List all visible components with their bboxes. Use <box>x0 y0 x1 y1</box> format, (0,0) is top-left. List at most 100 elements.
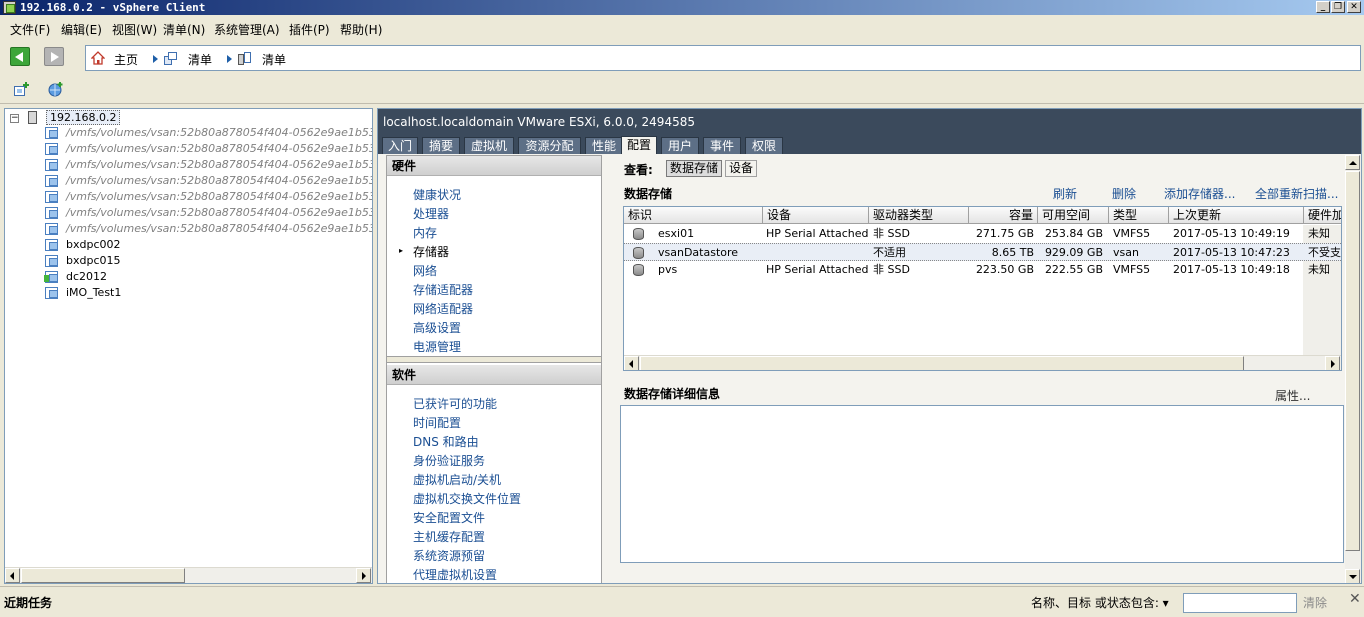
forward-button[interactable] <box>44 47 64 66</box>
clear-button[interactable]: 清除 <box>1303 594 1327 611</box>
scroll-right-icon[interactable] <box>356 568 371 583</box>
tab-events[interactable]: 事件 <box>703 137 741 154</box>
scroll-up-icon[interactable] <box>1345 155 1360 170</box>
config-dns-routing[interactable]: DNS 和路由 <box>413 433 479 450</box>
config-processors[interactable]: 处理器 <box>413 205 449 222</box>
inventory-icon <box>164 52 177 65</box>
config-agent-vm-settings[interactable]: 代理虚拟机设置 <box>413 566 497 583</box>
config-storage[interactable]: 存储器 <box>413 243 449 260</box>
tree-vm-node[interactable]: dc2012 <box>5 269 372 285</box>
tab-summary[interactable]: 摘要 <box>422 137 460 154</box>
recent-tasks-label[interactable]: 近期任务 <box>4 594 52 611</box>
tab-resource-allocation[interactable]: 资源分配 <box>518 137 581 154</box>
config-networking[interactable]: 网络 <box>413 262 437 279</box>
column-header-drive-type[interactable]: 驱动器类型 <box>869 207 969 224</box>
restore-button[interactable]: ❐ <box>1331 1 1345 13</box>
filter-input[interactable] <box>1183 593 1297 613</box>
tree-vm-node[interactable]: /vmfs/volumes/vsan:52b80a878054f404-0562… <box>5 157 372 173</box>
config-vm-swapfile-location[interactable]: 虚拟机交换文件位置 <box>413 490 521 507</box>
delete-link[interactable]: 删除 <box>1112 185 1136 202</box>
add-storage-link[interactable]: 添加存储器... <box>1164 185 1235 202</box>
menu-plugins[interactable]: 插件(P) <box>289 21 330 38</box>
column-header-hardware-acceleration[interactable]: 硬件加速 <box>1304 207 1341 224</box>
column-header-capacity[interactable]: 容量 <box>969 207 1038 224</box>
tab-users[interactable]: 用户 <box>661 137 699 154</box>
config-time-configuration[interactable]: 时间配置 <box>413 414 461 431</box>
datastore-row[interactable]: pvs HP Serial Attached... 非 SSD 223.50 GB 22… <box>624 261 1341 279</box>
refresh-link[interactable]: 刷新 <box>1053 185 1077 202</box>
tree-vm-node[interactable]: bxdpc015 <box>5 253 372 269</box>
tab-getting-started[interactable]: 入门 <box>382 137 418 154</box>
menu-view[interactable]: 视图(W) <box>112 21 157 38</box>
cell-device: HP Serial Attached... <box>766 227 868 240</box>
minimize-button[interactable]: _ <box>1316 1 1330 13</box>
config-memory[interactable]: 内存 <box>413 224 437 241</box>
close-button[interactable]: ✕ <box>1347 1 1361 13</box>
tab-virtual-machines[interactable]: 虚拟机 <box>464 137 514 154</box>
tab-configuration[interactable]: 配置 <box>621 136 657 154</box>
tree-vm-node[interactable]: /vmfs/volumes/vsan:52b80a878054f404-0562… <box>5 189 372 205</box>
tree-node-label: /vmfs/volumes/vsan:52b80a878054f404-0562… <box>66 190 373 203</box>
column-header-device[interactable]: 设备 <box>763 207 869 224</box>
column-header-free[interactable]: 可用空间 <box>1038 207 1109 224</box>
view-devices-button[interactable]: 设备 <box>725 160 758 177</box>
menu-help[interactable]: 帮助(H) <box>340 21 382 38</box>
scroll-thumb[interactable] <box>640 356 1244 370</box>
tree-node-label: /vmfs/volumes/vsan:52b80a878054f404-0562… <box>66 142 373 155</box>
tab-permissions[interactable]: 权限 <box>745 137 783 154</box>
panel-vertical-scrollbar[interactable] <box>1345 155 1361 583</box>
column-header-last-update[interactable]: 上次更新 <box>1169 207 1304 224</box>
datastore-row[interactable]: esxi01 HP Serial Attached... 非 SSD 271.75 G… <box>624 225 1341 243</box>
scroll-left-icon[interactable] <box>624 356 639 370</box>
config-authentication-services[interactable]: 身份验证服务 <box>413 452 485 469</box>
menu-inventory[interactable]: 清单(N) <box>163 21 205 38</box>
tree-vm-node[interactable]: iMO_Test1 <box>5 285 372 301</box>
menu-edit[interactable]: 编辑(E) <box>61 21 102 38</box>
config-advanced-settings[interactable]: 高级设置 <box>413 319 461 336</box>
tree-host-node[interactable]: 192.168.0.2 <box>46 110 121 125</box>
datastore-row[interactable]: vsanDatastore 不适用 8.65 TB 929.09 GB vsan 2017… <box>624 243 1341 261</box>
properties-link[interactable]: 属性... <box>1275 387 1310 404</box>
column-header-identification[interactable]: 标识 <box>624 207 763 224</box>
config-host-cache[interactable]: 主机缓存配置 <box>413 528 485 545</box>
config-system-resource-reservation[interactable]: 系统资源预留 <box>413 547 485 564</box>
config-security-profile[interactable]: 安全配置文件 <box>413 509 485 526</box>
breadcrumb-separator-icon[interactable] <box>153 55 158 63</box>
table-horizontal-scrollbar[interactable] <box>624 355 1341 370</box>
filter-dropdown[interactable]: 名称、目标 或状态包含: ▾ <box>1031 594 1169 611</box>
breadcrumb-inventory-current[interactable]: 清单 <box>262 51 286 68</box>
tree-horizontal-scrollbar[interactable] <box>5 567 372 583</box>
tab-performance[interactable]: 性能 <box>585 137 623 154</box>
menu-administration[interactable]: 系统管理(A) <box>214 21 280 38</box>
column-header-type[interactable]: 类型 <box>1109 207 1169 224</box>
breadcrumb-separator-icon[interactable] <box>227 55 232 63</box>
scroll-left-icon[interactable] <box>5 568 20 583</box>
window-title-bar: 192.168.0.2 - vSphere Client _ ❐ ✕ <box>0 0 1364 15</box>
back-button[interactable] <box>10 47 30 66</box>
config-vm-startup-shutdown[interactable]: 虚拟机启动/关机 <box>413 471 501 488</box>
tree-vm-node[interactable]: /vmfs/volumes/vsan:52b80a878054f404-0562… <box>5 173 372 189</box>
menu-file[interactable]: 文件(F) <box>10 21 50 38</box>
scroll-thumb[interactable] <box>21 568 185 583</box>
config-power-management[interactable]: 电源管理 <box>413 338 461 355</box>
tree-vm-node[interactable]: /vmfs/volumes/vsan:52b80a878054f404-0562… <box>5 125 372 141</box>
breadcrumb-inventory[interactable]: 清单 <box>188 51 212 68</box>
tree-vm-node[interactable]: /vmfs/volumes/vsan:52b80a878054f404-0562… <box>5 221 372 237</box>
close-tasks-icon[interactable]: ✕ <box>1349 591 1361 607</box>
tree-vm-node[interactable]: bxdpc002 <box>5 237 372 253</box>
config-health-status[interactable]: 健康状况 <box>413 186 461 203</box>
refresh-globe-icon[interactable] <box>47 81 64 97</box>
collapse-icon[interactable]: − <box>10 114 19 123</box>
config-storage-adapters[interactable]: 存储适配器 <box>413 281 473 298</box>
tree-vm-node[interactable]: /vmfs/volumes/vsan:52b80a878054f404-0562… <box>5 141 372 157</box>
rescan-all-link[interactable]: 全部重新扫描... <box>1255 185 1338 202</box>
config-licensed-features[interactable]: 已获许可的功能 <box>413 395 497 412</box>
scroll-down-icon[interactable] <box>1345 569 1360 583</box>
view-datastores-button[interactable]: 数据存储 <box>666 160 723 177</box>
tree-vm-node[interactable]: /vmfs/volumes/vsan:52b80a878054f404-0562… <box>5 205 372 221</box>
scroll-right-icon[interactable] <box>1325 356 1340 370</box>
add-vm-icon[interactable] <box>13 81 30 97</box>
breadcrumb-home[interactable]: 主页 <box>114 51 138 68</box>
scroll-thumb[interactable] <box>1345 171 1360 551</box>
config-network-adapters[interactable]: 网络适配器 <box>413 300 473 317</box>
